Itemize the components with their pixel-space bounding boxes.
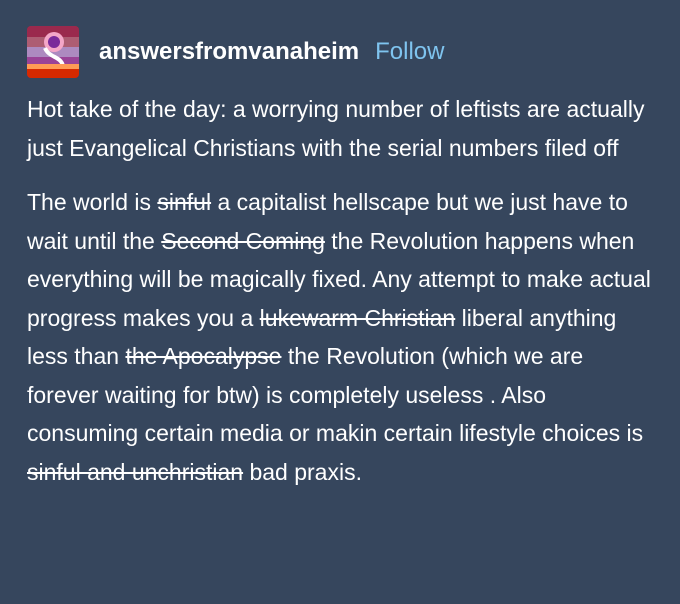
strikethrough-text: sinful xyxy=(157,189,212,215)
avatar[interactable] xyxy=(27,26,79,78)
strikethrough-text: the Apocalypse xyxy=(125,343,282,369)
post-paragraph-1: Hot take of the day: a worrying number o… xyxy=(27,96,645,161)
strikethrough-text: sinful and unchristian xyxy=(27,458,244,485)
pride-flag-avatar-icon xyxy=(27,26,79,78)
strikethrough-text: Second Coming xyxy=(161,227,325,254)
follow-button[interactable]: Follow xyxy=(375,38,444,66)
strikethrough-text: lukewarm Christian xyxy=(259,304,456,331)
text-segment: bad praxis. xyxy=(243,458,362,485)
post-paragraph-2: The world is sinful a capitalist hellsca… xyxy=(27,183,657,491)
username-link[interactable]: answersfromvanaheim xyxy=(99,38,359,66)
post-header: answersfromvanaheim Follow xyxy=(27,26,444,78)
post-card: answersfromvanaheim Follow Hot take of t… xyxy=(0,0,680,604)
post-body: Hot take of the day: a worrying number o… xyxy=(27,90,657,491)
text-segment: The world is xyxy=(27,189,158,215)
